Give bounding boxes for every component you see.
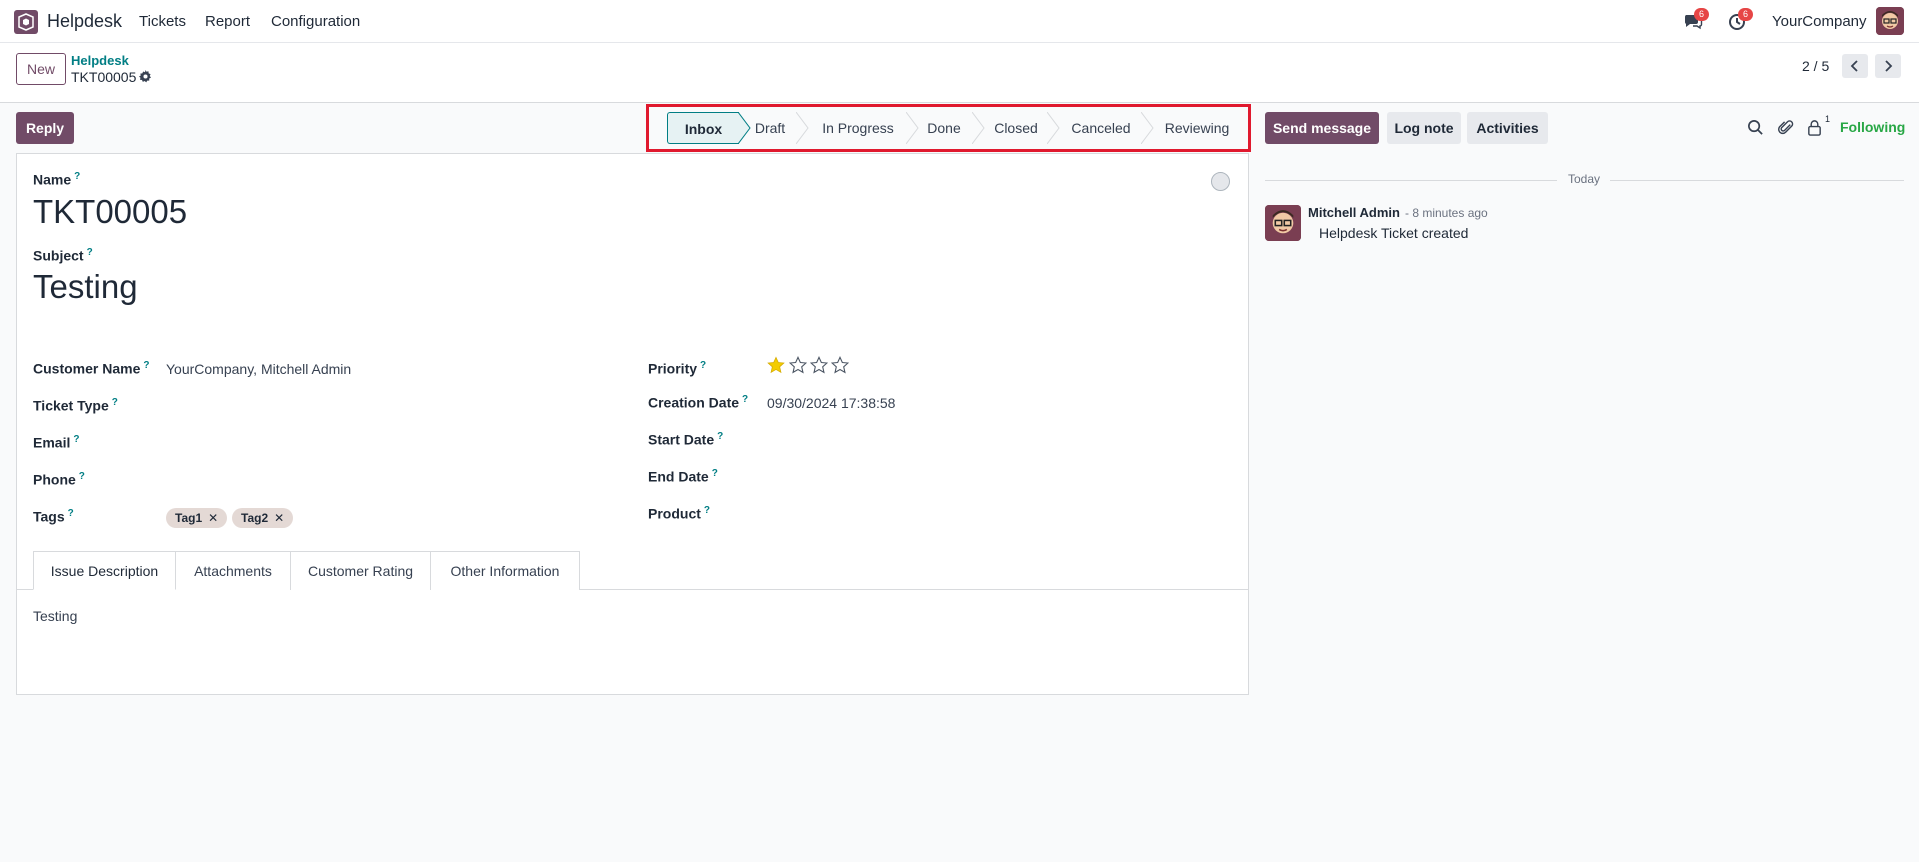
- kanban-state-indicator[interactable]: [1211, 172, 1230, 191]
- gear-icon[interactable]: [139, 70, 152, 83]
- email-label: Email?: [33, 434, 80, 451]
- stage-separator: [1141, 112, 1154, 144]
- end-date-field[interactable]: [767, 469, 1207, 487]
- activities-button[interactable]: Activities: [1467, 112, 1548, 144]
- stage-in-progress[interactable]: In Progress: [818, 112, 898, 144]
- customer-name-field[interactable]: YourCompany, Mitchell Admin: [166, 361, 351, 377]
- stage-inbox[interactable]: Inbox: [667, 112, 739, 144]
- form-sheet: [16, 153, 1249, 695]
- menu-configuration[interactable]: Configuration: [271, 13, 360, 30]
- messages-icon[interactable]: 6: [1683, 8, 1709, 33]
- priority-star-empty-icon[interactable]: [810, 356, 828, 374]
- tag-chip[interactable]: Tag1 ✕: [166, 508, 228, 528]
- activities-clock-icon[interactable]: 6: [1727, 8, 1753, 33]
- messages-badge: 6: [1694, 8, 1709, 21]
- stage-arrow-active: [738, 112, 751, 144]
- stage-closed[interactable]: Closed: [993, 112, 1039, 144]
- company-switcher[interactable]: YourCompany: [1772, 13, 1867, 30]
- ticket-type-label: Ticket Type?: [33, 397, 118, 414]
- tab-other-information[interactable]: Other Information: [430, 551, 580, 590]
- phone-label: Phone?: [33, 471, 85, 488]
- subject-label: Subject?: [33, 247, 93, 264]
- control-panel: [0, 43, 1919, 103]
- stage-separator: [906, 112, 919, 144]
- top-navbar: Helpdesk Tickets Report Configuration 6 …: [0, 0, 1919, 43]
- date-separator: Today: [1568, 172, 1601, 186]
- tab-customer-rating[interactable]: Customer Rating: [290, 551, 431, 590]
- date-divider-right: [1610, 180, 1904, 181]
- stage-separator: [1047, 112, 1060, 144]
- customer-name-label: Customer Name?: [33, 360, 150, 377]
- subject-field[interactable]: Testing: [33, 268, 138, 306]
- tag-remove-icon[interactable]: ✕: [274, 511, 284, 525]
- priority-star-filled-icon[interactable]: [767, 356, 785, 374]
- stage-reviewing[interactable]: Reviewing: [1162, 112, 1232, 144]
- message-author-avatar[interactable]: [1265, 205, 1301, 241]
- helpdesk-app-icon[interactable]: [14, 10, 38, 34]
- new-button[interactable]: New: [16, 53, 66, 85]
- stage-draft[interactable]: Draft: [752, 112, 788, 144]
- ticket-type-field[interactable]: [166, 398, 606, 416]
- message-timestamp: - 8 minutes ago: [1405, 206, 1488, 220]
- message-body: Helpdesk Ticket created: [1319, 225, 1469, 241]
- pager-previous-button[interactable]: [1842, 54, 1868, 78]
- pager-value[interactable]: 2 / 5: [1802, 58, 1829, 74]
- product-field[interactable]: [767, 506, 1207, 524]
- search-icon[interactable]: [1747, 119, 1764, 136]
- end-date-label: End Date?: [648, 468, 718, 485]
- start-date-label: Start Date?: [648, 431, 724, 448]
- reply-button[interactable]: Reply: [16, 112, 74, 144]
- breadcrumb-helpdesk[interactable]: Helpdesk: [71, 53, 129, 68]
- priority-star-empty-icon[interactable]: [789, 356, 807, 374]
- activities-badge: 6: [1738, 8, 1753, 21]
- following-button[interactable]: Following: [1840, 119, 1905, 135]
- chevron-right-icon: [1885, 60, 1893, 72]
- issue-description-content[interactable]: Testing: [33, 608, 77, 624]
- stage-separator: [796, 112, 809, 144]
- follower-count: 1: [1825, 114, 1831, 124]
- paperclip-icon[interactable]: [1778, 119, 1795, 136]
- creation-date-label: Creation Date?: [648, 394, 749, 411]
- creation-date-field[interactable]: 09/30/2024 17:38:58: [767, 395, 895, 411]
- stage-canceled[interactable]: Canceled: [1070, 112, 1132, 144]
- message-author[interactable]: Mitchell Admin: [1308, 205, 1400, 220]
- tab-attachments[interactable]: Attachments: [175, 551, 291, 590]
- stage-separator: [972, 112, 985, 144]
- menu-tickets[interactable]: Tickets: [139, 13, 186, 30]
- start-date-field[interactable]: [767, 432, 1207, 450]
- followers-lock-icon[interactable]: [1806, 119, 1823, 136]
- name-field[interactable]: TKT00005: [33, 193, 187, 231]
- menu-report[interactable]: Report: [205, 13, 250, 30]
- user-avatar[interactable]: [1876, 7, 1904, 35]
- breadcrumb-current-record: TKT00005: [71, 69, 137, 85]
- tags-label: Tags?: [33, 508, 74, 525]
- priority-label: Priority?: [648, 360, 707, 377]
- tab-issue-description[interactable]: Issue Description: [33, 551, 176, 590]
- name-label: Name?: [33, 171, 81, 188]
- phone-field[interactable]: [166, 472, 606, 490]
- tag-chip[interactable]: Tag2 ✕: [232, 508, 294, 528]
- send-message-button[interactable]: Send message: [1265, 112, 1379, 144]
- chevron-left-icon: [1850, 60, 1858, 72]
- tag-remove-icon[interactable]: ✕: [208, 511, 218, 525]
- date-divider-left: [1265, 180, 1557, 181]
- product-label: Product?: [648, 505, 710, 522]
- app-name[interactable]: Helpdesk: [47, 11, 122, 32]
- priority-star-empty-icon[interactable]: [831, 356, 849, 374]
- pager-next-button[interactable]: [1875, 54, 1901, 78]
- email-field[interactable]: [166, 435, 606, 453]
- log-note-button[interactable]: Log note: [1387, 112, 1461, 144]
- stage-done[interactable]: Done: [926, 112, 962, 144]
